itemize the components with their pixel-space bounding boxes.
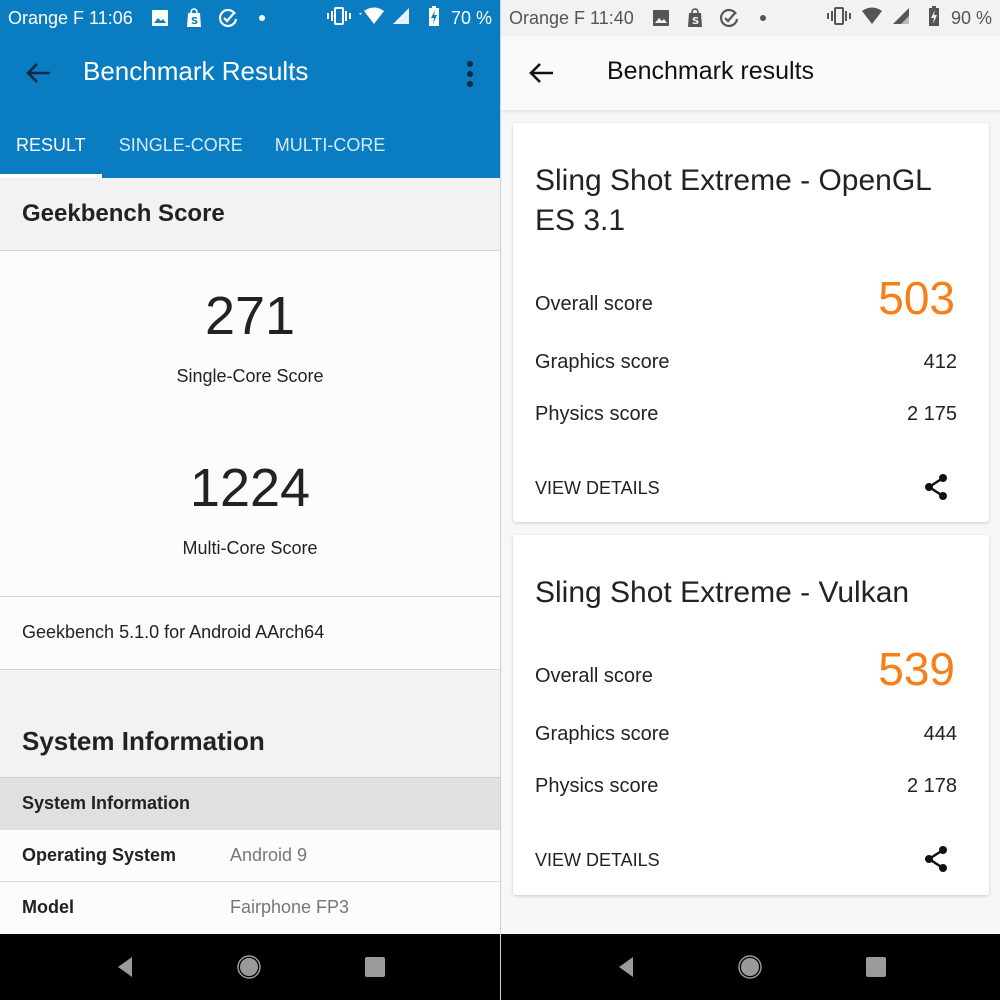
- nav-recents-icon[interactable]: [863, 954, 889, 980]
- more-vert-icon[interactable]: [460, 58, 480, 90]
- battery-percent: 70 %: [450, 7, 492, 28]
- gallery-icon: [650, 7, 672, 29]
- share-icon[interactable]: [921, 472, 951, 502]
- physics-score-label: Physics score: [535, 403, 659, 425]
- status-bar: Orange F 11:06 S 70 %: [0, 0, 500, 36]
- app-bar: Benchmark results: [501, 36, 1000, 110]
- system-information-header: System Information: [0, 671, 500, 778]
- page-title: Benchmark results: [607, 57, 815, 85]
- multi-core-label: Multi-Core Score: [182, 538, 318, 558]
- physics-score-row: Physics score 2 178: [535, 775, 957, 805]
- gallery-icon: [149, 7, 171, 29]
- nav-back-icon[interactable]: [613, 954, 639, 980]
- back-button[interactable]: [22, 56, 56, 90]
- section-heading: Geekbench Score: [22, 200, 225, 227]
- page-title: Benchmark Results: [83, 56, 309, 86]
- multi-core-score: 1224: [189, 458, 311, 518]
- table-row: Operating System Android 9: [0, 830, 500, 882]
- table-row: Model Fairphone FP3: [0, 882, 500, 934]
- app-bar: Benchmark Results RESULT SINGLE-CORE MUL…: [0, 36, 500, 178]
- benchmark-card-vulkan: Sling Shot Extreme - Vulkan 539 Overall …: [513, 535, 989, 895]
- graphics-score-row: Graphics score 412: [535, 351, 957, 381]
- view-details-button[interactable]: VIEW DETAILS: [535, 478, 660, 499]
- signal-icon: [892, 7, 909, 29]
- physics-score-value: 2 178: [906, 775, 957, 797]
- shopify-icon: S: [183, 7, 205, 29]
- card-title: Sling Shot Extreme - Vulkan: [535, 576, 910, 609]
- tab-multi-core[interactable]: MULTI-CORE: [259, 126, 402, 178]
- tab-result[interactable]: RESULT: [0, 126, 102, 178]
- svg-text:S: S: [191, 16, 198, 27]
- dot-icon: [251, 7, 273, 29]
- geekbench-screen: Orange F 11:06 S 70 % Benchmark Results …: [0, 0, 500, 1000]
- row-value: Android 9: [230, 845, 308, 865]
- navigation-bar: [0, 934, 500, 1000]
- nav-back-icon[interactable]: [112, 954, 138, 980]
- overall-score-row: Overall score: [535, 293, 957, 323]
- clock: 11:40: [590, 7, 634, 28]
- system-info-table-header: System Information: [0, 778, 500, 830]
- benchmark-card-opengl: Sling Shot Extreme - OpenGL ES 3.1 503 O…: [513, 123, 989, 522]
- check-circle-icon: [718, 7, 740, 29]
- check-circle-icon: [217, 7, 239, 29]
- wifi-icon: [859, 7, 885, 30]
- clock: 11:06: [89, 7, 133, 28]
- single-core-label: Single-Core Score: [176, 366, 324, 386]
- table-header-label: System Information: [22, 793, 191, 813]
- 3dmark-screen: Orange F 11:40 S 90 % Benchmark results …: [500, 0, 1000, 1000]
- graphics-score-label: Graphics score: [535, 723, 670, 745]
- nav-recents-icon[interactable]: [362, 954, 388, 980]
- battery-charging-icon: [428, 5, 439, 31]
- overall-score-label: Overall score: [535, 665, 653, 687]
- version-text: Geekbench 5.1.0 for Android AArch64: [22, 622, 325, 642]
- nav-home-icon[interactable]: [737, 954, 763, 980]
- tab-bar: RESULT SINGLE-CORE MULTI-CORE: [0, 126, 500, 178]
- nav-home-icon[interactable]: [236, 954, 262, 980]
- dot-icon: [752, 7, 774, 29]
- battery-percent: 90 %: [950, 7, 992, 28]
- carrier-label: Orange F: [509, 7, 586, 28]
- battery-charging-icon: [928, 5, 939, 31]
- graphics-score-value: 412: [923, 351, 957, 373]
- wifi-icon: [358, 7, 385, 30]
- row-key: Model: [22, 897, 74, 917]
- signal-icon: [392, 7, 409, 29]
- navigation-bar: [501, 934, 1000, 1000]
- graphics-score-row: Graphics score 444: [535, 723, 957, 753]
- overall-score-label: Overall score: [535, 293, 653, 315]
- physics-score-row: Physics score 2 175: [535, 403, 957, 433]
- tab-single-core[interactable]: SINGLE-CORE: [103, 126, 259, 178]
- vibrate-icon: [326, 6, 351, 30]
- score-panel: 271 Single-Core Score 1224 Multi-Core Sc…: [0, 251, 500, 597]
- version-row: Geekbench 5.1.0 for Android AArch64: [0, 597, 500, 670]
- overall-score-row: Overall score: [535, 665, 957, 695]
- physics-score-label: Physics score: [535, 775, 659, 797]
- row-key: Operating System: [22, 845, 177, 865]
- view-details-button[interactable]: VIEW DETAILS: [535, 850, 660, 871]
- geekbench-score-header: Geekbench Score: [0, 178, 500, 251]
- graphics-score-label: Graphics score: [535, 351, 670, 373]
- graphics-score-value: 444: [923, 723, 957, 745]
- section-heading: System Information: [22, 726, 265, 756]
- status-bar: Orange F 11:40 S 90 %: [501, 0, 1000, 36]
- physics-score-value: 2 175: [906, 403, 957, 425]
- row-value: Fairphone FP3: [230, 897, 350, 917]
- shopify-icon: S: [684, 7, 706, 29]
- back-button[interactable]: [525, 56, 559, 90]
- share-icon[interactable]: [921, 844, 951, 874]
- svg-text:S: S: [692, 16, 699, 27]
- card-title: Sling Shot Extreme - OpenGL ES 3.1: [535, 164, 931, 237]
- carrier-label: Orange F: [8, 7, 85, 28]
- single-core-score: 271: [204, 286, 296, 346]
- vibrate-icon: [826, 6, 851, 30]
